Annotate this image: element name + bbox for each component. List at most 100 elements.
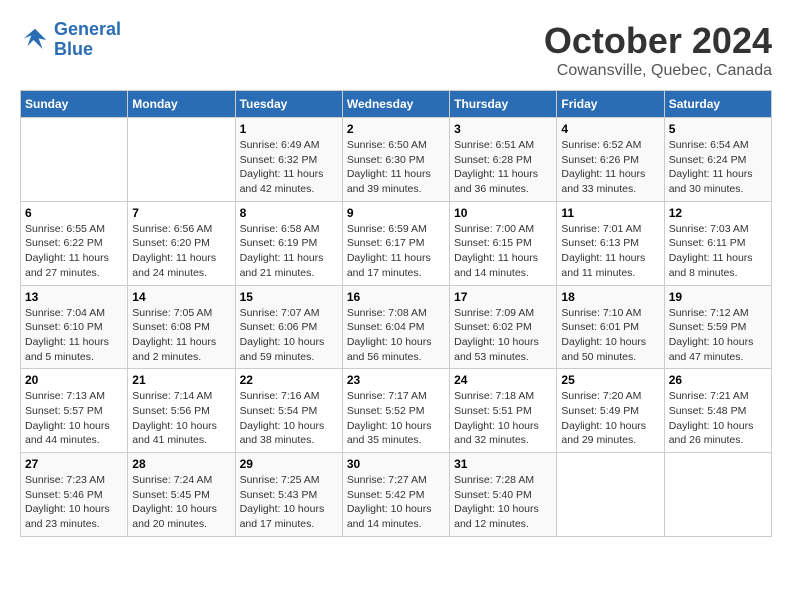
calendar-cell: 21 Sunrise: 7:14 AM Sunset: 5:56 PM Dayli… (128, 369, 235, 453)
weekday-header-saturday: Saturday (664, 91, 771, 118)
calendar-cell: 10 Sunrise: 7:00 AM Sunset: 6:15 PM Dayli… (450, 201, 557, 285)
day-info: Sunrise: 6:52 AM Sunset: 6:26 PM Dayligh… (561, 138, 659, 197)
calendar-cell: 22Sunrise: 7:16 AM Sunset: 5:54 PM Dayli… (235, 369, 342, 453)
day-number: 17 (454, 290, 552, 304)
weekday-header-sunday: Sunday (21, 91, 128, 118)
day-number: 31 (454, 457, 552, 471)
weekday-header-monday: Monday (128, 91, 235, 118)
day-number: 4 (561, 122, 659, 136)
calendar-cell: 1 Sunrise: 6:49 AM Sunset: 6:32 PM Daylig… (235, 118, 342, 202)
day-info: Sunrise: 7:23 AM Sunset: 5:46 PM Dayligh… (25, 473, 123, 532)
calendar-cell: 23 Sunrise: 7:17 AM Sunset: 5:52 PM Dayli… (342, 369, 449, 453)
calendar-cell: 26Sunrise: 7:21 AM Sunset: 5:48 PM Dayli… (664, 369, 771, 453)
calendar-cell: 7 Sunrise: 6:56 AM Sunset: 6:20 PM Daylig… (128, 201, 235, 285)
logo: General Blue (20, 20, 121, 60)
calendar-cell: 27 Sunrise: 7:23 AM Sunset: 5:46 PM Dayli… (21, 453, 128, 537)
day-number: 26 (669, 373, 767, 387)
day-info: Sunrise: 7:18 AM Sunset: 5:51 PM Dayligh… (454, 389, 552, 448)
day-number: 14 (132, 290, 230, 304)
day-number: 15 (240, 290, 338, 304)
calendar-cell (128, 118, 235, 202)
day-info: Sunrise: 7:05 AM Sunset: 6:08 PM Dayligh… (132, 306, 230, 365)
calendar-week-row: 6 Sunrise: 6:55 AM Sunset: 6:22 PM Daylig… (21, 201, 772, 285)
calendar-cell: 6 Sunrise: 6:55 AM Sunset: 6:22 PM Daylig… (21, 201, 128, 285)
calendar-cell: 11 Sunrise: 7:01 AM Sunset: 6:13 PM Dayli… (557, 201, 664, 285)
day-number: 8 (240, 206, 338, 220)
calendar-cell: 2Sunrise: 6:50 AM Sunset: 6:30 PM Daylig… (342, 118, 449, 202)
day-info: Sunrise: 7:08 AM Sunset: 6:04 PM Dayligh… (347, 306, 445, 365)
day-info: Sunrise: 7:03 AM Sunset: 6:11 PM Dayligh… (669, 222, 767, 281)
calendar-cell (21, 118, 128, 202)
day-number: 25 (561, 373, 659, 387)
day-info: Sunrise: 7:25 AM Sunset: 5:43 PM Dayligh… (240, 473, 338, 532)
day-info: Sunrise: 7:27 AM Sunset: 5:42 PM Dayligh… (347, 473, 445, 532)
day-info: Sunrise: 7:13 AM Sunset: 5:57 PM Dayligh… (25, 389, 123, 448)
day-number: 3 (454, 122, 552, 136)
day-info: Sunrise: 6:51 AM Sunset: 6:28 PM Dayligh… (454, 138, 552, 197)
day-info: Sunrise: 7:17 AM Sunset: 5:52 PM Dayligh… (347, 389, 445, 448)
day-info: Sunrise: 7:00 AM Sunset: 6:15 PM Dayligh… (454, 222, 552, 281)
day-number: 9 (347, 206, 445, 220)
day-info: Sunrise: 6:59 AM Sunset: 6:17 PM Dayligh… (347, 222, 445, 281)
day-number: 1 (240, 122, 338, 136)
calendar-cell: 17 Sunrise: 7:09 AM Sunset: 6:02 PM Dayli… (450, 285, 557, 369)
day-info: Sunrise: 6:49 AM Sunset: 6:32 PM Dayligh… (240, 138, 338, 197)
calendar-cell: 19 Sunrise: 7:12 AM Sunset: 5:59 PM Dayli… (664, 285, 771, 369)
calendar-cell: 20 Sunrise: 7:13 AM Sunset: 5:57 PM Dayli… (21, 369, 128, 453)
day-number: 29 (240, 457, 338, 471)
calendar-week-row: 1 Sunrise: 6:49 AM Sunset: 6:32 PM Daylig… (21, 118, 772, 202)
calendar-cell: 30 Sunrise: 7:27 AM Sunset: 5:42 PM Dayli… (342, 453, 449, 537)
day-number: 7 (132, 206, 230, 220)
day-number: 13 (25, 290, 123, 304)
day-number: 10 (454, 206, 552, 220)
calendar-cell: 12Sunrise: 7:03 AM Sunset: 6:11 PM Dayli… (664, 201, 771, 285)
calendar-cell (557, 453, 664, 537)
calendar-cell: 9 Sunrise: 6:59 AM Sunset: 6:17 PM Daylig… (342, 201, 449, 285)
day-number: 16 (347, 290, 445, 304)
day-info: Sunrise: 6:56 AM Sunset: 6:20 PM Dayligh… (132, 222, 230, 281)
calendar-cell: 18 Sunrise: 7:10 AM Sunset: 6:01 PM Dayli… (557, 285, 664, 369)
day-number: 21 (132, 373, 230, 387)
day-number: 22 (240, 373, 338, 387)
calendar-cell: 8Sunrise: 6:58 AM Sunset: 6:19 PM Daylig… (235, 201, 342, 285)
day-number: 30 (347, 457, 445, 471)
day-info: Sunrise: 7:10 AM Sunset: 6:01 PM Dayligh… (561, 306, 659, 365)
day-number: 11 (561, 206, 659, 220)
weekday-header-tuesday: Tuesday (235, 91, 342, 118)
day-number: 2 (347, 122, 445, 136)
calendar-table: SundayMondayTuesdayWednesdayThursdayFrid… (20, 90, 772, 537)
weekday-header-thursday: Thursday (450, 91, 557, 118)
day-number: 28 (132, 457, 230, 471)
day-info: Sunrise: 6:55 AM Sunset: 6:22 PM Dayligh… (25, 222, 123, 281)
calendar-cell (664, 453, 771, 537)
calendar-cell: 3 Sunrise: 6:51 AM Sunset: 6:28 PM Daylig… (450, 118, 557, 202)
weekday-header-wednesday: Wednesday (342, 91, 449, 118)
weekday-header-row: SundayMondayTuesdayWednesdayThursdayFrid… (21, 91, 772, 118)
day-number: 19 (669, 290, 767, 304)
day-info: Sunrise: 7:01 AM Sunset: 6:13 PM Dayligh… (561, 222, 659, 281)
day-number: 20 (25, 373, 123, 387)
day-number: 5 (669, 122, 767, 136)
calendar-week-row: 27 Sunrise: 7:23 AM Sunset: 5:46 PM Dayli… (21, 453, 772, 537)
day-info: Sunrise: 7:14 AM Sunset: 5:56 PM Dayligh… (132, 389, 230, 448)
calendar-cell: 14 Sunrise: 7:05 AM Sunset: 6:08 PM Dayli… (128, 285, 235, 369)
logo-text: General Blue (54, 20, 121, 60)
calendar-cell: 4 Sunrise: 6:52 AM Sunset: 6:26 PM Daylig… (557, 118, 664, 202)
calendar-cell: 25 Sunrise: 7:20 AM Sunset: 5:49 PM Dayli… (557, 369, 664, 453)
day-number: 18 (561, 290, 659, 304)
calendar-cell: 28Sunrise: 7:24 AM Sunset: 5:45 PM Dayli… (128, 453, 235, 537)
day-info: Sunrise: 7:09 AM Sunset: 6:02 PM Dayligh… (454, 306, 552, 365)
calendar-cell: 24 Sunrise: 7:18 AM Sunset: 5:51 PM Dayli… (450, 369, 557, 453)
day-number: 24 (454, 373, 552, 387)
day-info: Sunrise: 7:20 AM Sunset: 5:49 PM Dayligh… (561, 389, 659, 448)
calendar-cell: 5 Sunrise: 6:54 AM Sunset: 6:24 PM Daylig… (664, 118, 771, 202)
calendar-cell: 31Sunrise: 7:28 AM Sunset: 5:40 PM Dayli… (450, 453, 557, 537)
calendar-cell: 16 Sunrise: 7:08 AM Sunset: 6:04 PM Dayli… (342, 285, 449, 369)
day-number: 6 (25, 206, 123, 220)
day-info: Sunrise: 6:54 AM Sunset: 6:24 PM Dayligh… (669, 138, 767, 197)
location-subtitle: Cowansville, Quebec, Canada (544, 62, 772, 80)
day-number: 23 (347, 373, 445, 387)
day-number: 27 (25, 457, 123, 471)
day-info: Sunrise: 7:12 AM Sunset: 5:59 PM Dayligh… (669, 306, 767, 365)
page-header: General Blue October 2024 Cowansville, Q… (20, 20, 772, 80)
